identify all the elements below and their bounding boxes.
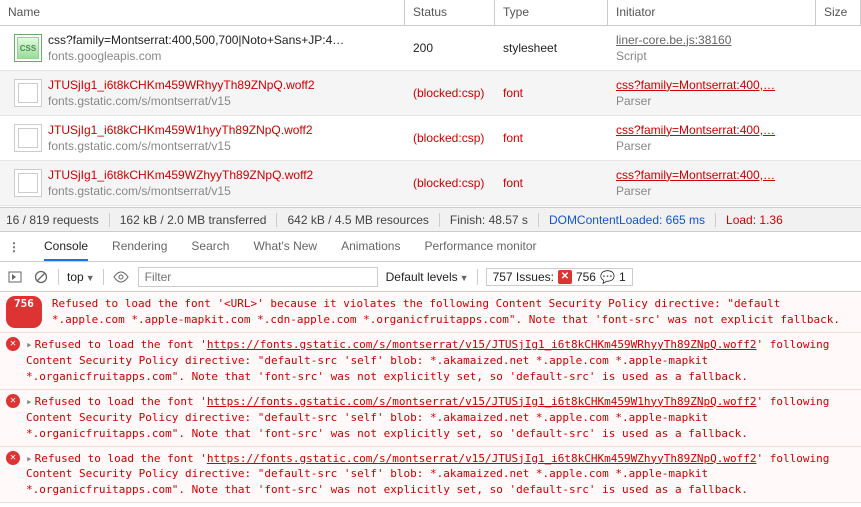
console-error-message[interactable]: ✕ ▸Refused to load the font 'https://font… <box>0 390 861 447</box>
network-row[interactable]: css?family=Montserrat:400,500,700|Noto+S… <box>0 26 861 71</box>
initiator-type: Parser <box>616 183 808 199</box>
error-icon: ✕ <box>6 337 20 351</box>
request-name: css?family=Montserrat:400,500,700|Noto+S… <box>48 32 397 48</box>
status-load: Load: 1.36 <box>726 213 783 227</box>
issues-label: 757 Issues: <box>493 270 554 284</box>
network-row[interactable]: JTUSjIg1_i6t8kCHKm459WZhyyTh89ZNpQ.woff2… <box>0 161 861 206</box>
tab-console[interactable]: Console <box>44 233 88 261</box>
request-host: fonts.gstatic.com/s/montserrat/v15 <box>48 93 397 109</box>
request-name: JTUSjIg1_i6t8kCHKm459WRhyyTh89ZNpQ.woff2 <box>48 77 397 93</box>
request-host: fonts.gstatic.com/s/montserrat/v15 <box>48 138 397 154</box>
request-name: JTUSjIg1_i6t8kCHKm459W1hyyTh89ZNpQ.woff2 <box>48 122 397 138</box>
console-toolbar: top▼ Default levels▼ 757 Issues: ✕ 756 💬 1 <box>0 262 861 292</box>
request-type: font <box>495 84 608 102</box>
console-error-message[interactable]: ✕ ▸Refused to load the font 'https://font… <box>0 447 861 504</box>
console-summary-text: Refused to load the font '<URL>' because… <box>52 296 855 328</box>
console-error-message[interactable]: ✕ ▸Refused to load the font 'https://font… <box>0 333 861 390</box>
request-status: (blocked:csp) <box>405 174 495 192</box>
console-message-text: ▸Refused to load the font 'https://fonts… <box>26 394 855 442</box>
request-status: 200 <box>405 39 495 57</box>
request-name: JTUSjIg1_i6t8kCHKm459WZhyyTh89ZNpQ.woff2 <box>48 167 397 183</box>
console-message-text: ▸Refused to load the font 'https://fonts… <box>26 337 855 385</box>
error-count: 756 <box>576 270 596 284</box>
initiator-type: Parser <box>616 93 808 109</box>
filter-input[interactable] <box>138 267 378 287</box>
initiator-type: Parser <box>616 138 808 154</box>
tab-animations[interactable]: Animations <box>341 233 400 260</box>
request-type: font <box>495 174 608 192</box>
col-status[interactable]: Status <box>405 0 495 25</box>
issues-badge[interactable]: 757 Issues: ✕ 756 💬 1 <box>486 268 633 286</box>
network-row[interactable]: JTUSjIg1_i6t8kCHKm459WRhyyTh89ZNpQ.woff2… <box>0 71 861 116</box>
tab-performance-monitor[interactable]: Performance monitor <box>424 233 536 260</box>
console-log: 756 Refused to load the font '<URL>' bec… <box>0 292 861 503</box>
initiator-link[interactable]: css?family=Montserrat:400,… <box>616 77 808 93</box>
status-transferred: 162 kB / 2.0 MB transferred <box>120 213 267 227</box>
error-icon: ✕ <box>6 451 20 465</box>
status-finish: Finish: 48.57 s <box>450 213 528 227</box>
request-type: font <box>495 129 608 147</box>
col-size[interactable]: Size <box>816 0 861 25</box>
more-icon[interactable]: ⋮ <box>8 240 20 254</box>
status-requests: 16 / 819 requests <box>6 213 99 227</box>
tab-what-s-new[interactable]: What's New <box>253 233 317 260</box>
initiator-link[interactable]: liner-core.be.js:38160 <box>616 32 808 48</box>
network-panel: Name Status Type Initiator Size css?fami… <box>0 0 861 208</box>
info-count: 1 <box>619 270 626 284</box>
context-selector[interactable]: top▼ <box>67 270 95 284</box>
eye-icon[interactable] <box>112 268 130 286</box>
col-initiator[interactable]: Initiator <box>608 0 816 25</box>
font-file-icon <box>14 169 42 197</box>
console-message-group[interactable]: 756 Refused to load the font '<URL>' bec… <box>0 292 861 333</box>
info-icon: 💬 <box>600 270 615 284</box>
error-icon: ✕ <box>6 394 20 408</box>
tab-search[interactable]: Search <box>191 233 229 260</box>
toggle-sidebar-icon[interactable] <box>6 268 24 286</box>
drawer-tabs: ⋮ Console Rendering Search What's New Animat… <box>0 232 861 262</box>
network-row[interactable]: JTUSjIg1_i6t8kCHKm459W1hyyTh89ZNpQ.woff2… <box>0 116 861 161</box>
css-file-icon <box>14 34 42 62</box>
network-header-row: Name Status Type Initiator Size <box>0 0 861 26</box>
error-icon: ✕ <box>558 270 572 284</box>
request-type: stylesheet <box>495 39 608 57</box>
font-file-icon <box>14 79 42 107</box>
initiator-type: Script <box>616 48 808 64</box>
log-level-selector[interactable]: Default levels▼ <box>386 270 469 284</box>
request-status: (blocked:csp) <box>405 84 495 102</box>
request-status: (blocked:csp) <box>405 129 495 147</box>
col-name[interactable]: Name <box>0 0 405 25</box>
tab-rendering[interactable]: Rendering <box>112 233 167 260</box>
console-message-text: ▸Refused to load the font 'https://fonts… <box>26 451 855 499</box>
clear-console-icon[interactable] <box>32 268 50 286</box>
request-host: fonts.googleapis.com <box>48 48 397 64</box>
request-host: fonts.gstatic.com/s/montserrat/v15 <box>48 183 397 199</box>
status-dcl: DOMContentLoaded: 665 ms <box>549 213 705 227</box>
network-status-bar: 16 / 819 requests 162 kB / 2.0 MB transf… <box>0 208 861 232</box>
initiator-link[interactable]: css?family=Montserrat:400,… <box>616 122 808 138</box>
col-type[interactable]: Type <box>495 0 608 25</box>
status-resources: 642 kB / 4.5 MB resources <box>287 213 428 227</box>
message-count-badge: 756 <box>6 296 42 328</box>
initiator-link[interactable]: css?family=Montserrat:400,… <box>616 167 808 183</box>
font-file-icon <box>14 124 42 152</box>
